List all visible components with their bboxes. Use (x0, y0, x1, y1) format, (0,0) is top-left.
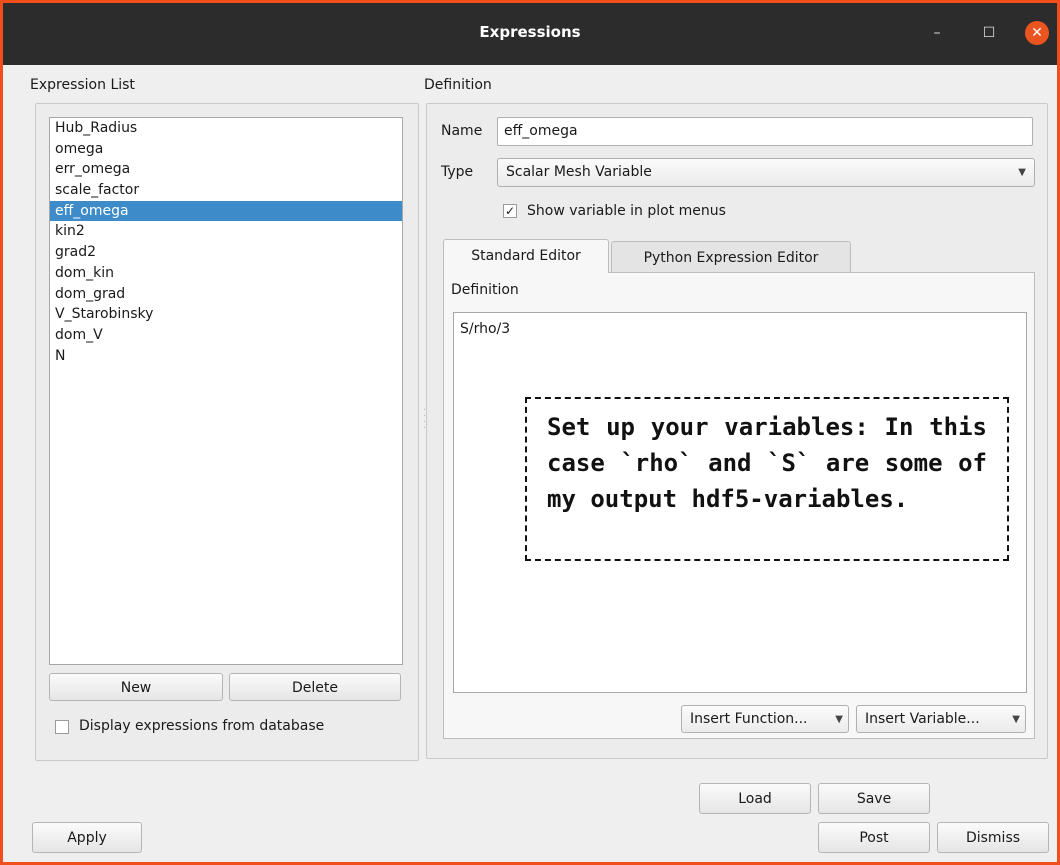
definition-editor-text: S/rho/3 (460, 321, 511, 337)
dismiss-button[interactable]: Dismiss (937, 822, 1049, 853)
list-item[interactable]: N (50, 346, 402, 367)
display-db-checkbox[interactable] (55, 720, 69, 734)
annotation-text: Set up your variables: In this case `rho… (547, 413, 987, 513)
title-bar: Expressions – ☐ ✕ (3, 3, 1057, 65)
show-in-menus-label: Show variable in plot menus (527, 203, 726, 219)
save-button[interactable]: Save (818, 783, 930, 814)
checkmark-icon: ✓ (504, 204, 516, 218)
list-item[interactable]: dom_V (50, 325, 402, 346)
expressions-window: Expressions – ☐ ✕ Expression List Hub_Ra… (0, 0, 1060, 865)
list-item[interactable]: omega (50, 139, 402, 160)
chevron-down-icon: ▼ (835, 714, 843, 725)
minimize-icon[interactable]: – (923, 19, 951, 47)
post-button[interactable]: Post (818, 822, 930, 853)
list-item[interactable]: dom_grad (50, 284, 402, 305)
list-item[interactable]: err_omega (50, 159, 402, 180)
tab-standard-editor[interactable]: Standard Editor (443, 239, 609, 273)
list-item[interactable]: kin2 (50, 221, 402, 242)
load-button[interactable]: Load (699, 783, 811, 814)
expression-list-heading: Expression List (30, 77, 135, 93)
insert-function-label: Insert Function... (690, 711, 808, 727)
name-input[interactable]: eff_omega (497, 117, 1033, 146)
chevron-down-icon: ▼ (1012, 714, 1020, 725)
list-item[interactable]: scale_factor (50, 180, 402, 201)
type-select[interactable]: Scalar Mesh Variable ▼ (497, 158, 1035, 187)
editor-definition-label: Definition (451, 282, 519, 298)
list-item[interactable]: dom_kin (50, 263, 402, 284)
delete-button[interactable]: Delete (229, 673, 401, 701)
annotation-box: Set up your variables: In this case `rho… (525, 397, 1009, 561)
splitter-handle[interactable]: · · · · (423, 406, 426, 434)
list-item[interactable]: Hub_Radius (50, 118, 402, 139)
maximize-icon[interactable]: ☐ (975, 19, 1003, 47)
list-item[interactable]: V_Starobinsky (50, 304, 402, 325)
close-icon[interactable]: ✕ (1025, 21, 1049, 45)
tab-python-expression-editor[interactable]: Python Expression Editor (611, 241, 851, 273)
apply-button[interactable]: Apply (32, 822, 142, 853)
chevron-down-icon: ▼ (1018, 167, 1026, 178)
new-button[interactable]: New (49, 673, 223, 701)
list-item[interactable]: grad2 (50, 242, 402, 263)
window-title: Expressions (479, 23, 581, 41)
insert-variable-label: Insert Variable... (865, 711, 980, 727)
list-item[interactable]: eff_omega (50, 200, 402, 222)
display-db-label: Display expressions from database (79, 718, 325, 734)
type-label: Type (441, 164, 474, 180)
type-select-value: Scalar Mesh Variable (506, 164, 652, 180)
name-label: Name (441, 123, 483, 139)
expression-listbox[interactable]: Hub_Radius omega err_omega scale_factor eff_… (49, 117, 403, 665)
definition-heading: Definition (424, 77, 492, 93)
show-in-menus-checkbox[interactable]: ✓ (503, 204, 517, 218)
insert-function-button[interactable]: Insert Function... ▼ (681, 705, 849, 733)
insert-variable-button[interactable]: Insert Variable... ▼ (856, 705, 1026, 733)
